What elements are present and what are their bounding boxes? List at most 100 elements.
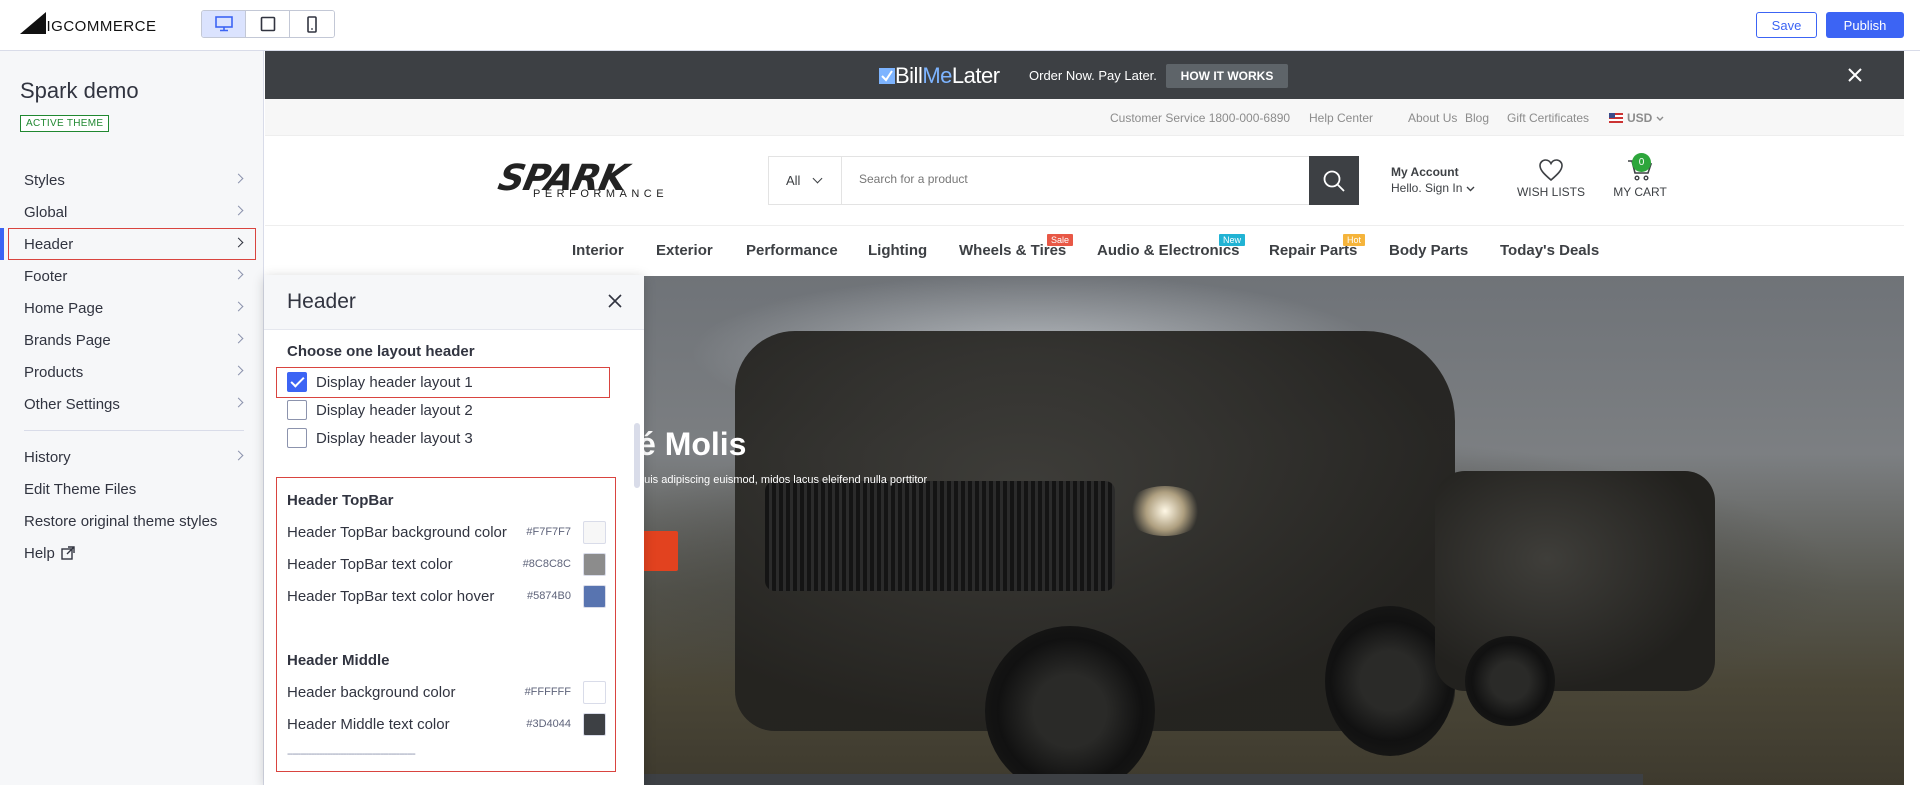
topbar-link-blog[interactable]: Blog xyxy=(1465,111,1489,125)
sidebar-item-header[interactable]: Header xyxy=(0,228,256,260)
color-setting-label: Header TopBar text color xyxy=(287,555,453,573)
topbar-link-gift-certificates[interactable]: Gift Certificates xyxy=(1507,111,1589,125)
color-hex: #FFFFFF xyxy=(524,686,571,698)
account-sign-in: Hello. Sign In xyxy=(1391,181,1463,195)
sidebar-item-label: Edit Theme Files xyxy=(24,480,137,498)
sidebar-item-global[interactable]: Global xyxy=(0,196,264,228)
layout-option-label: Display header layout 1 xyxy=(316,373,473,391)
color-setting-header-bg[interactable]: Header background color #FFFFFF xyxy=(287,680,606,704)
color-swatch[interactable] xyxy=(583,712,606,736)
layout-section-title: Choose one layout header xyxy=(287,343,475,360)
billmelater-part-1: Bill xyxy=(895,63,923,88)
topbar-link-about-us[interactable]: About Us xyxy=(1408,111,1457,125)
sale-tag: Sale xyxy=(1047,234,1074,246)
close-icon[interactable] xyxy=(1848,68,1862,82)
sidebar-item-help[interactable]: Help xyxy=(0,537,264,569)
heart-icon xyxy=(1539,159,1563,182)
color-hex: #5874B0 xyxy=(526,590,571,602)
topbar-link-customer-service[interactable]: Customer Service 1800-000-6890 xyxy=(1110,111,1290,125)
color-hex: #F7F7F7 xyxy=(526,526,571,538)
search-input[interactable]: Search for a product xyxy=(859,172,968,186)
menu-item-performance[interactable]: Performance xyxy=(746,242,838,259)
truck-wheel xyxy=(1465,636,1555,726)
layout-option-1[interactable]: Display header layout 1 xyxy=(287,368,473,396)
color-setting-topbar-bg[interactable]: Header TopBar background color #F7F7F7 xyxy=(287,520,606,544)
color-setting-label: Header Middle text color xyxy=(287,715,450,733)
sidebar-item-restore-styles[interactable]: Restore original theme styles xyxy=(0,505,264,537)
sidebar-item-label: Other Settings xyxy=(24,395,120,413)
check-logo-icon xyxy=(879,68,895,84)
menu-item-todays-deals[interactable]: Today's Deals xyxy=(1500,242,1599,259)
color-setting-label: Header TopBar background color xyxy=(287,523,507,541)
menu-item-body-parts[interactable]: Body Parts xyxy=(1389,242,1468,259)
sidebar-item-styles[interactable]: Styles xyxy=(0,164,264,196)
menu-item-wheels-tires[interactable]: Wheels & Tires Sale xyxy=(959,234,1074,259)
color-setting-label: Header TopBar text color hover xyxy=(287,587,495,605)
panel-scrollbar-thumb[interactable] xyxy=(634,423,640,488)
wish-lists[interactable]: WISH LISTS xyxy=(1511,158,1591,199)
external-link-icon xyxy=(61,546,75,560)
menu-item-repair-parts[interactable]: Repair Parts Hot xyxy=(1269,234,1366,259)
chevron-right-icon xyxy=(233,205,244,216)
search-icon xyxy=(1323,170,1345,192)
sidebar-item-brands-page[interactable]: Brands Page xyxy=(0,324,264,356)
bigcommerce-logo[interactable]: BIGCOMMERCE xyxy=(20,10,156,38)
chevron-right-icon xyxy=(233,333,244,344)
sidebar-item-home-page[interactable]: Home Page xyxy=(0,292,264,324)
chevron-down-icon xyxy=(812,173,823,184)
cart-count-badge: 0 xyxy=(1632,153,1651,172)
save-button[interactable]: Save xyxy=(1756,12,1817,38)
panel-scrollbar[interactable] xyxy=(632,338,642,785)
how-it-works-button[interactable]: HOW IT WORKS xyxy=(1166,64,1288,88)
color-swatch[interactable] xyxy=(583,552,606,576)
chevron-right-icon xyxy=(233,397,244,408)
chevron-right-icon xyxy=(233,365,244,376)
truck-headlight xyxy=(1125,486,1205,536)
color-swatch[interactable] xyxy=(583,584,606,608)
hero-title: é Molis xyxy=(638,426,747,462)
menu-item-lighting[interactable]: Lighting xyxy=(868,242,927,259)
topbar-link-help-center[interactable]: Help Center xyxy=(1309,111,1373,125)
layout-option-label: Display header layout 3 xyxy=(316,429,473,447)
color-setting-topbar-text[interactable]: Header TopBar text color #8C8C8C xyxy=(287,552,606,576)
hero-cta-button[interactable] xyxy=(638,531,678,571)
my-account[interactable]: My Account Hello. Sign In xyxy=(1391,164,1475,196)
sidebar-item-label: History xyxy=(24,448,71,466)
menu-item-audio-electronics[interactable]: Audio & Electronics New xyxy=(1097,234,1246,259)
truck-grille xyxy=(765,481,1115,591)
color-setting-middle-text[interactable]: Header Middle text color #3D4044 xyxy=(287,712,606,736)
sidebar-nav: Styles Global Header Footer Home Page Br… xyxy=(0,164,264,569)
new-tag: New xyxy=(1219,234,1246,246)
sidebar-item-label: Header xyxy=(24,235,74,253)
layout-option-2[interactable]: Display header layout 2 xyxy=(287,396,473,424)
layout-option-3[interactable]: Display header layout 3 xyxy=(287,424,473,452)
checkbox-checked[interactable] xyxy=(287,372,307,392)
search-button[interactable] xyxy=(1309,156,1359,205)
publish-button[interactable]: Publish xyxy=(1826,12,1904,38)
sidebar-divider xyxy=(24,430,244,431)
color-hex: #3D4044 xyxy=(526,718,571,730)
billmelater-part-3: Later xyxy=(951,63,1000,88)
search-scope-select[interactable]: All xyxy=(769,157,842,204)
chevron-right-icon xyxy=(233,237,244,248)
chevron-right-icon xyxy=(233,301,244,312)
menu-item-exterior[interactable]: Exterior xyxy=(656,242,713,259)
desktop-icon xyxy=(214,16,233,32)
currency-selector[interactable]: USD xyxy=(1609,111,1664,125)
chevron-down-icon xyxy=(1656,116,1664,121)
color-swatch[interactable] xyxy=(583,520,606,544)
store-name: Spark demo xyxy=(20,78,139,103)
sidebar-item-history[interactable]: History xyxy=(0,441,264,473)
sidebar-item-footer[interactable]: Footer xyxy=(0,260,264,292)
layout-option-label: Display header layout 2 xyxy=(316,401,473,419)
sidebar-item-other-settings[interactable]: Other Settings xyxy=(0,388,264,420)
color-setting-topbar-hover[interactable]: Header TopBar text color hover #5874B0 xyxy=(287,584,606,608)
checkbox[interactable] xyxy=(287,428,307,448)
search-bar: All Search for a product xyxy=(768,156,1359,205)
desktop-view-button[interactable] xyxy=(202,11,246,37)
color-swatch[interactable] xyxy=(583,680,606,704)
wish-lists-label: WISH LISTS xyxy=(1516,185,1585,199)
sidebar-item-edit-theme-files[interactable]: Edit Theme Files xyxy=(0,473,264,505)
sidebar-item-products[interactable]: Products xyxy=(0,356,264,388)
checkbox[interactable] xyxy=(287,400,307,420)
